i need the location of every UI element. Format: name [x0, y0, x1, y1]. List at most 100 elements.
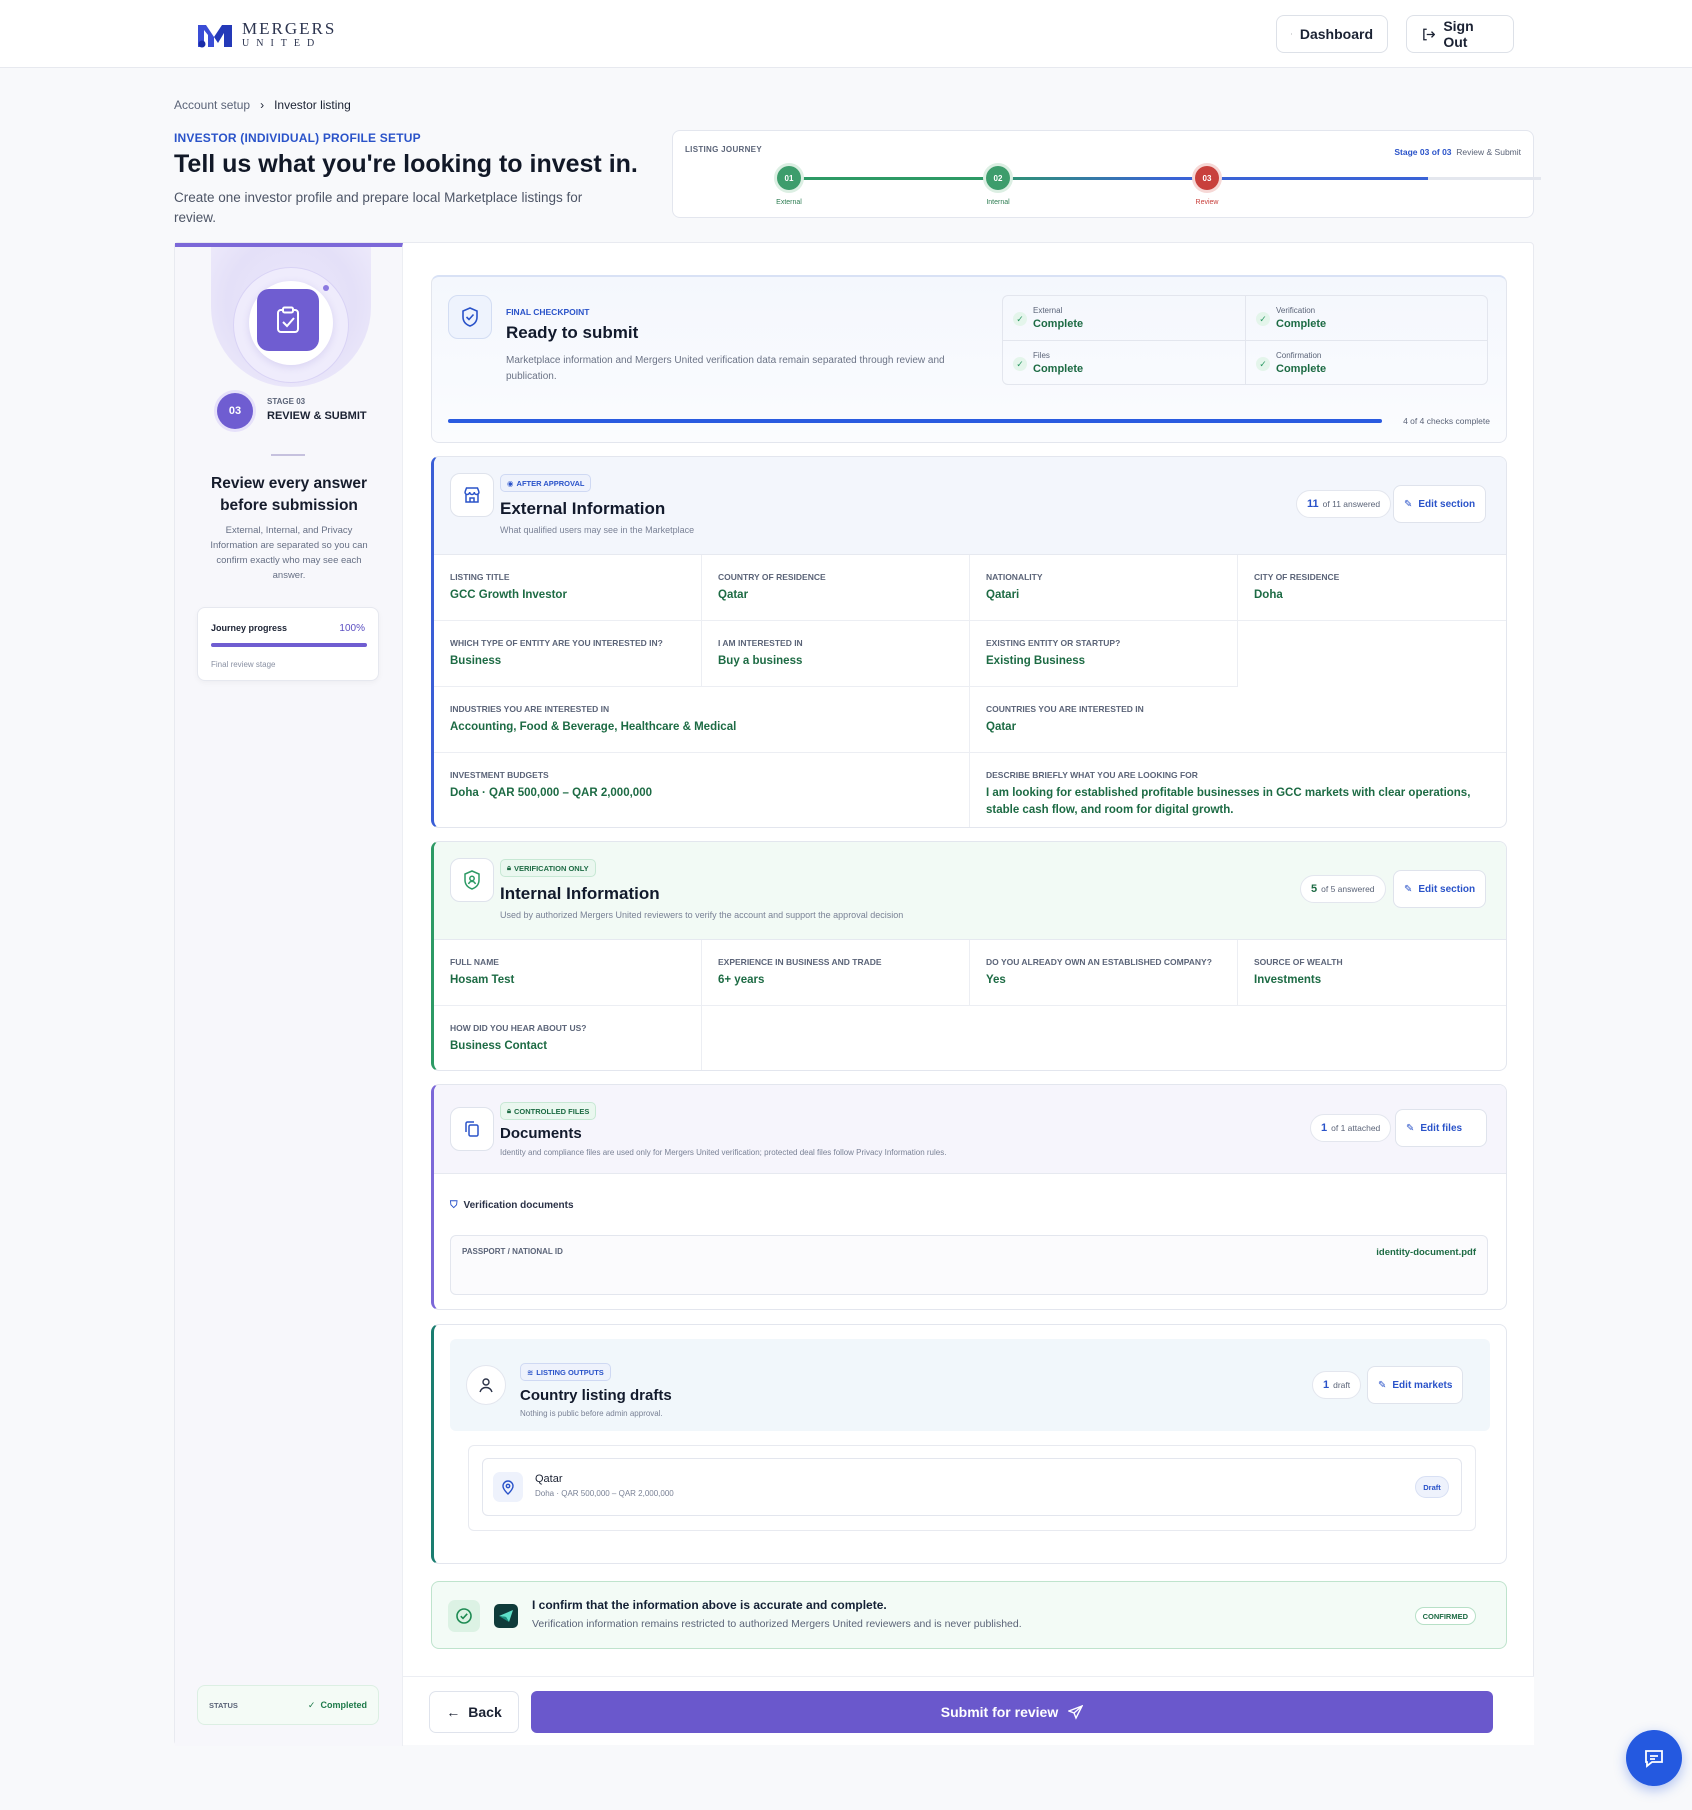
breadcrumb: Account setup › Investor listing: [174, 98, 351, 112]
field-existing-or-startup: EXISTING ENTITY OR STARTUP? Existing Busi…: [970, 621, 1238, 687]
field-industries: INDUSTRIES YOU ARE INTERESTED IN Accounti…: [434, 687, 970, 753]
draft-country: Qatar: [535, 1473, 563, 1485]
ready-description: Marketplace information and Mergers Unit…: [506, 355, 945, 382]
send-icon: [1068, 1704, 1084, 1720]
documents-count: 1 of 1 attached: [1310, 1114, 1392, 1142]
check-icon: ✓: [1013, 312, 1027, 326]
document-filename[interactable]: identity-document.pdf: [1376, 1247, 1476, 1258]
top-navigation-bar: MERGERS UNITED Dashboard Sign Out: [0, 0, 1692, 68]
status-badge: STATUS ✓ Completed: [197, 1685, 379, 1725]
eye-icon: ◉: [507, 478, 514, 488]
field-own-company: DO YOU ALREADY OWN AN ESTABLISHED COMPAN…: [970, 940, 1238, 1006]
page-subtitle: Create one investor profile and prepare …: [174, 190, 583, 225]
ready-kicker: FINAL CHECKPOINT: [506, 307, 590, 317]
drafts-count: 1 draft: [1312, 1371, 1362, 1399]
check-external: ✓ External Complete: [1003, 296, 1245, 340]
dashboard-button[interactable]: Dashboard: [1276, 15, 1388, 53]
ready-title: Ready to submit: [506, 323, 639, 342]
journey-label: LISTING JOURNEY: [685, 145, 762, 154]
shield-icon: ⛉: [450, 1200, 458, 1211]
journey-step-1[interactable]: 01: [777, 166, 801, 190]
draft-item[interactable]: Qatar Doha · QAR 500,000 – QAR 2,000,000…: [482, 1458, 1462, 1516]
breadcrumb-current: Investor listing: [274, 98, 351, 112]
chevron-right-icon: ›: [260, 98, 265, 112]
breadcrumb-parent[interactable]: Account setup: [174, 98, 250, 112]
grid-icon: [1291, 33, 1292, 35]
shield-user-icon: [450, 858, 494, 902]
submit-for-review-button[interactable]: Submit for review: [531, 1691, 1493, 1733]
progress-bar-fill: [211, 643, 367, 647]
sidebar-heading: Review every answer before submission: [211, 475, 367, 514]
edit-files-button[interactable]: ✎ Edit files: [1395, 1109, 1487, 1147]
after-approval-pill: ◉ AFTER APPROVAL: [500, 474, 592, 492]
stage-number-badge: 03: [217, 393, 253, 429]
field-country-of-residence: COUNTRY OF RESIDENCE Qatar: [702, 555, 970, 621]
status-label: STATUS: [209, 1701, 238, 1710]
journey-progress-card: Journey progress 100% Final review stage: [197, 607, 379, 681]
field-nationality: NATIONALITY Qatari: [970, 555, 1238, 621]
confirmation-banner: I confirm that the information above is …: [431, 1581, 1507, 1649]
document-row[interactable]: PASSPORT / NATIONAL ID identity-document…: [450, 1235, 1488, 1295]
drafts-subtitle: Nothing is public before admin approval.: [520, 1409, 663, 1418]
drafts-title: Country listing drafts: [520, 1387, 672, 1404]
journey-step-2[interactable]: 02: [986, 166, 1010, 190]
ready-to-submit-card: FINAL CHECKPOINT Ready to submit Marketp…: [431, 275, 1507, 443]
progress-note: Final review stage: [211, 660, 276, 669]
journey-stage: Stage 03 of 03 Review & Submit: [1394, 147, 1521, 157]
logo[interactable]: MERGERS UNITED: [196, 20, 336, 49]
check-confirmation: ✓ Confirmation Complete: [1246, 341, 1488, 385]
check-files: ✓ Files Complete: [1003, 341, 1245, 385]
edit-markets-button[interactable]: ✎ Edit markets: [1367, 1366, 1464, 1404]
sign-out-button[interactable]: Sign Out: [1406, 15, 1514, 53]
check-icon: ✓: [1256, 312, 1270, 326]
field-source-of-wealth: SOURCE OF WEALTH Investments: [1238, 940, 1506, 1006]
dashboard-label: Dashboard: [1299, 26, 1373, 42]
arrow-left-icon: ←: [446, 1704, 461, 1720]
back-button[interactable]: ← Back: [429, 1691, 519, 1733]
divider: [271, 454, 305, 456]
layers-icon: ≋: [527, 1367, 534, 1377]
logo-line1: MERGERS: [242, 19, 337, 38]
check-verification: ✓ Verification Complete: [1246, 296, 1488, 340]
progress-value: 100%: [339, 623, 365, 634]
journey-step-3[interactable]: 03: [1195, 166, 1219, 190]
field-interested-in: I AM INTERESTED IN Buy a business: [702, 621, 970, 687]
journey-track-fill: [789, 177, 1429, 180]
confirmed-badge: CONFIRMED: [1414, 1607, 1476, 1625]
stage-title: REVIEW & SUBMIT: [267, 410, 367, 422]
chat-button[interactable]: [1626, 1730, 1682, 1786]
pencil-icon: ✎: [1404, 498, 1413, 510]
pencil-icon: ✎: [1404, 883, 1413, 895]
verification-documents-label: ⛉ Verification documents: [450, 1200, 574, 1211]
pencil-icon: ✎: [1406, 1122, 1415, 1134]
internal-title: Internal Information: [500, 884, 660, 903]
clipboard-check-icon: [257, 289, 319, 351]
documents-title: Documents: [500, 1125, 582, 1142]
edit-external-button[interactable]: ✎ Edit section: [1393, 485, 1487, 523]
progress-title: Journey progress: [211, 623, 288, 633]
shield-check-icon: [448, 295, 492, 339]
logo-mark-icon: [196, 21, 234, 49]
logo-line2: UNITED: [242, 38, 322, 49]
sidebar: 03 STAGE 03 REVIEW & SUBMIT Review every…: [175, 243, 403, 1746]
external-answer-count: 11 of 11 answered: [1296, 490, 1392, 518]
verification-only-pill: 🔒︎ VERIFICATION ONLY: [500, 859, 596, 877]
storefront-icon: [450, 473, 494, 517]
documents-section: 🔒︎ CONTROLLED FILES Documents Identity an…: [431, 1084, 1507, 1310]
draft-detail: Doha · QAR 500,000 – QAR 2,000,000: [535, 1489, 674, 1498]
field-full-name: FULL NAME Hosam Test: [434, 940, 702, 1006]
map-pin-icon: [493, 1472, 523, 1502]
journey-step-2-label: Internal: [986, 199, 1010, 206]
map-user-icon: [466, 1365, 506, 1405]
chat-bubble-icon: [1645, 1750, 1663, 1768]
edit-internal-button[interactable]: ✎ Edit section: [1393, 870, 1487, 908]
documents-subtitle: Identity and compliance files are used o…: [500, 1148, 947, 1157]
internal-information-section: 🔒︎ VERIFICATION ONLY Internal Information…: [431, 841, 1507, 1071]
field-countries: COUNTRIES YOU ARE INTERESTED IN Qatar: [970, 687, 1506, 753]
listing-outputs-pill: ≋ LISTING OUTPUTS: [520, 1363, 611, 1381]
draft-status-badge: Draft: [1415, 1476, 1449, 1498]
action-footer: ← Back Submit for review: [403, 1676, 1534, 1745]
field-heard-about-us: HOW DID YOU HEAR ABOUT US? Business Conta…: [434, 1006, 702, 1070]
check-circle-icon[interactable]: [448, 1600, 480, 1632]
check-icon: ✓: [1013, 357, 1027, 371]
